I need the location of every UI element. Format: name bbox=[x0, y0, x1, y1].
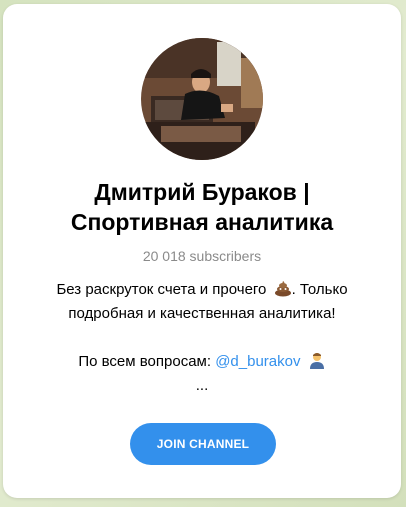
channel-title-line1: Дмитрий Бураков | bbox=[94, 179, 310, 205]
description-line-2: подробная и качественная аналитика! bbox=[68, 305, 336, 322]
join-channel-button[interactable]: JOIN CHANNEL bbox=[130, 423, 276, 465]
channel-title-line2: Спортивная аналитика bbox=[70, 209, 334, 235]
subscriber-count: 20 018 subscribers bbox=[142, 248, 262, 264]
description-blank-line bbox=[3, 326, 401, 350]
username-mention-link[interactable]: @d_burakov bbox=[215, 353, 300, 370]
description-line-1: Без раскруток счета и прочего . Только bbox=[3, 278, 401, 302]
person-emoji-icon bbox=[308, 351, 326, 377]
channel-avatar bbox=[141, 38, 263, 160]
description-more: ... bbox=[195, 377, 209, 394]
channel-title: Дмитрий Бураков | Спортивная аналитика bbox=[3, 177, 401, 237]
channel-preview-card: Дмитрий Бураков | Спортивная аналитика 2… bbox=[3, 4, 401, 498]
description-line-4: По всем вопросам: @d_burakov bbox=[3, 350, 401, 374]
channel-description: Без раскруток счета и прочего . Только п… bbox=[3, 278, 401, 398]
